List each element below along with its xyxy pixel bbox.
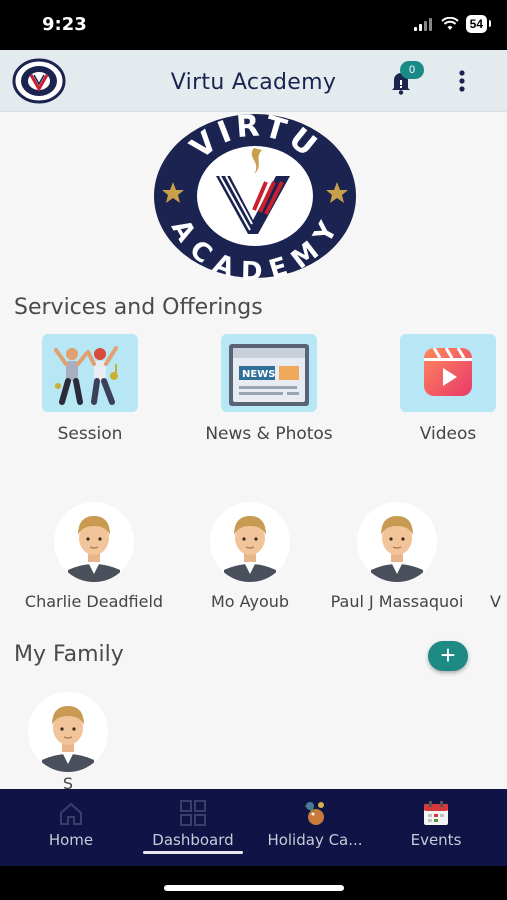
holiday-icon bbox=[305, 802, 324, 825]
service-videos[interactable]: Videos bbox=[373, 334, 507, 444]
family-member-card[interactable]: S bbox=[0, 692, 153, 789]
virtu-academy-logo: VIRTU ACADEMY bbox=[154, 112, 356, 280]
person-card-partial[interactable]: V bbox=[490, 502, 507, 611]
person-avatar-icon bbox=[42, 706, 94, 772]
avatar[interactable] bbox=[28, 692, 108, 772]
nav-label: Events bbox=[410, 831, 462, 849]
nav-label: Holiday Ca... bbox=[267, 831, 363, 849]
service-news-photos[interactable]: NEWS News & Photos bbox=[194, 334, 344, 444]
person-name: Paul J Massaquoi bbox=[330, 592, 464, 611]
calendar-icon bbox=[424, 801, 448, 825]
service-session[interactable]: Session bbox=[15, 334, 165, 444]
person-card[interactable]: Charlie Deadfield bbox=[9, 502, 179, 611]
videos-tile[interactable] bbox=[400, 334, 496, 412]
person-card[interactable]: Mo Ayoub bbox=[165, 502, 335, 611]
avatar[interactable] bbox=[54, 502, 134, 582]
status-time: 9:23 bbox=[42, 14, 87, 35]
bottom-navigation: Home Dashboard Holiday Ca... Events bbox=[0, 789, 507, 866]
app-logo-icon[interactable] bbox=[12, 58, 66, 104]
more-options-icon[interactable] bbox=[452, 66, 472, 96]
nav-item-home[interactable]: Home bbox=[11, 789, 131, 866]
home-indicator[interactable] bbox=[164, 885, 344, 891]
battery-indicator: 54 bbox=[465, 15, 492, 33]
newspaper-icon: NEWS bbox=[229, 344, 309, 406]
video-reel-icon bbox=[424, 347, 472, 396]
status-icons: 54 bbox=[413, 15, 492, 33]
nav-label: Dashboard bbox=[152, 831, 234, 849]
person-avatar-icon bbox=[371, 516, 423, 582]
person-name: Mo Ayoub bbox=[210, 592, 290, 611]
nav-item-holiday[interactable]: Holiday Ca... bbox=[255, 789, 375, 866]
svg-text:NEWS: NEWS bbox=[242, 369, 275, 380]
person-name: V bbox=[490, 592, 501, 611]
session-tile[interactable] bbox=[42, 334, 138, 412]
person-card[interactable]: Paul J Massaquoi bbox=[312, 502, 482, 611]
avatar[interactable] bbox=[357, 502, 437, 582]
active-tab-indicator bbox=[143, 851, 243, 854]
family-section-title: My Family bbox=[14, 642, 124, 667]
page-title: Virtu Academy bbox=[170, 70, 337, 95]
person-name: Charlie Deadfield bbox=[24, 592, 164, 611]
people-dancing-icon bbox=[54, 346, 118, 405]
dashboard-grid-icon bbox=[180, 800, 206, 826]
home-indicator-area bbox=[0, 866, 507, 900]
avatar[interactable] bbox=[210, 502, 290, 582]
nav-item-dashboard[interactable]: Dashboard bbox=[133, 789, 253, 866]
services-section-title: Services and Offerings bbox=[14, 295, 263, 320]
app-bar: Virtu Academy bbox=[0, 50, 507, 112]
family-member-name: S bbox=[62, 774, 74, 789]
signal-icon bbox=[413, 18, 432, 31]
news-photos-tile[interactable]: NEWS bbox=[221, 334, 317, 412]
service-label: Session bbox=[57, 424, 123, 444]
wifi-icon bbox=[440, 17, 459, 30]
service-label: News & Photos bbox=[205, 424, 333, 444]
nav-label: Home bbox=[48, 831, 94, 849]
home-icon bbox=[60, 802, 82, 825]
service-label: Videos bbox=[419, 424, 477, 444]
notification-count-badge: 0 bbox=[400, 61, 424, 79]
person-avatar-icon bbox=[224, 516, 276, 582]
status-bar: 9:23 54 bbox=[0, 0, 507, 50]
dashboard-content[interactable]: VIRTU ACADEMY Services and Offerings Ses… bbox=[0, 112, 507, 789]
person-avatar-icon bbox=[68, 516, 120, 582]
add-family-member-button[interactable]: + bbox=[428, 641, 468, 671]
nav-item-events[interactable]: Events bbox=[376, 789, 496, 866]
